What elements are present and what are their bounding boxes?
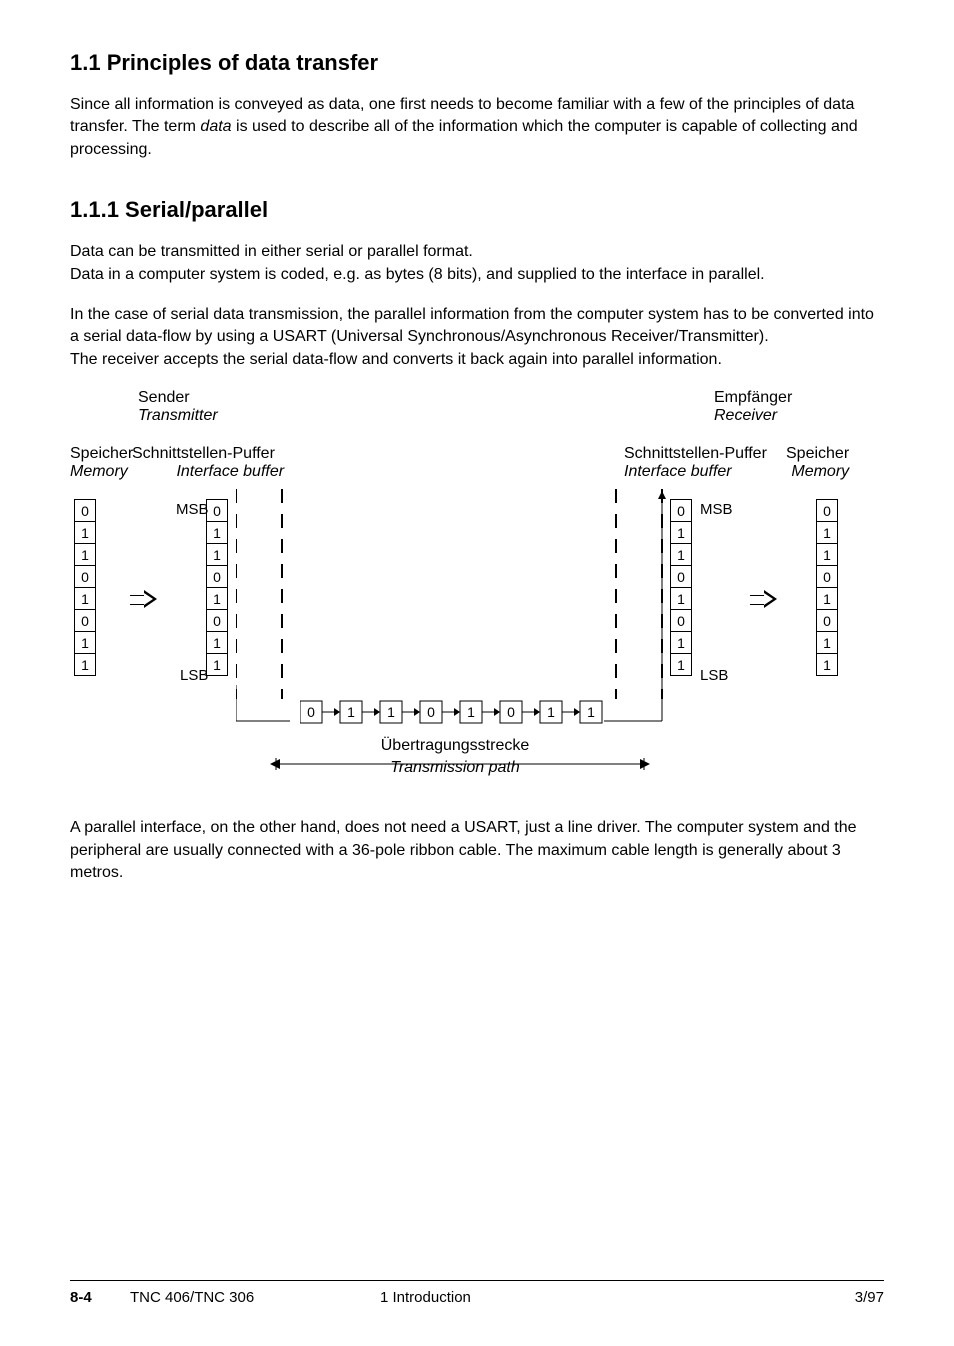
serial-bit-row: 0 1 1 0 1 0 1 1 — [300, 699, 604, 730]
svg-text:1: 1 — [547, 704, 555, 720]
footer-date: 3/97 — [855, 1289, 884, 1306]
bit-cell: 1 — [816, 654, 838, 676]
label-sender-en: Transmitter — [138, 407, 218, 424]
bit-cell: 1 — [816, 544, 838, 566]
svg-text:1: 1 — [387, 704, 395, 720]
bit-cell: 0 — [670, 610, 692, 632]
label-receiver-de: Empfänger — [714, 389, 792, 406]
bit-cell: 1 — [74, 522, 96, 544]
para-serial-2a: In the case of serial data transmission,… — [70, 306, 874, 345]
label-receiver-en: Receiver — [714, 407, 777, 424]
label-transmission-de: Übertragungsstrecke — [70, 737, 840, 755]
label-mem-de-l: Speicher — [70, 445, 133, 462]
para-serial-2b: The receiver accepts the serial data-flo… — [70, 351, 722, 368]
svg-text:0: 0 — [307, 704, 315, 720]
para-intro: Since all information is conveyed as dat… — [70, 94, 884, 161]
bit-cell: 1 — [206, 654, 228, 676]
bit-cell: 1 — [74, 632, 96, 654]
bit-cell: 1 — [670, 654, 692, 676]
svg-text:0: 0 — [507, 704, 515, 720]
svg-text:0: 0 — [427, 704, 435, 720]
footer-doc: TNC 406/TNC 306 — [130, 1289, 380, 1306]
bit-cell: 1 — [816, 522, 838, 544]
label-sender: Sender Transmitter — [138, 389, 218, 425]
heading-1-1: 1.1 Principles of data transfer — [70, 50, 884, 76]
bit-cell: 1 — [816, 588, 838, 610]
label-msb-right: MSB — [700, 501, 733, 518]
arrow-left-icon — [130, 592, 158, 606]
bit-cell: 0 — [816, 566, 838, 588]
label-buf-en-l: Interface buffer — [176, 463, 284, 480]
label-lsb-left: LSB — [180, 667, 208, 684]
bitcol-buffer-left: 01101011 — [206, 499, 228, 676]
label-buf-en-r: Interface buffer — [624, 463, 732, 480]
para-serial-1: Data can be transmitted in either serial… — [70, 241, 884, 286]
bit-cell: 1 — [670, 588, 692, 610]
svg-text:1: 1 — [467, 704, 475, 720]
bit-cell: 0 — [816, 500, 838, 522]
bit-cell: 0 — [206, 566, 228, 588]
bit-cell: 1 — [670, 632, 692, 654]
bit-cell: 0 — [670, 500, 692, 522]
label-receiver: Empfänger Receiver — [714, 389, 792, 425]
para-parallel: A parallel interface, on the other hand,… — [70, 817, 884, 884]
label-buf-de-r: Schnittstellen-Puffer — [624, 445, 767, 462]
bit-cell: 1 — [206, 588, 228, 610]
bit-cell: 0 — [74, 566, 96, 588]
label-msb-left: MSB — [176, 501, 209, 518]
bitcol-memory-right: 01101011 — [816, 499, 838, 676]
bit-cell: 0 — [670, 566, 692, 588]
label-sender-de: Sender — [138, 389, 190, 406]
usart-left — [236, 489, 290, 728]
para-intro-em: data — [200, 118, 231, 135]
page-footer: 8-4 TNC 406/TNC 306 1 Introduction 3/97 — [70, 1280, 884, 1306]
svg-text:1: 1 — [347, 704, 355, 720]
bit-cell: 1 — [206, 632, 228, 654]
bit-cell: 1 — [74, 544, 96, 566]
bit-cell: 1 — [74, 654, 96, 676]
para-serial-1b: Data in a computer system is coded, e.g.… — [70, 266, 765, 283]
bit-cell: 0 — [206, 500, 228, 522]
bit-cell: 1 — [670, 544, 692, 566]
bit-cell: 1 — [670, 522, 692, 544]
bit-cell: 1 — [206, 544, 228, 566]
bit-cell: 0 — [816, 610, 838, 632]
label-transmission-en: Transmission path — [70, 759, 840, 777]
para-serial-2: In the case of serial data transmission,… — [70, 304, 884, 371]
diagram-serial-parallel: Sender Transmitter Empfänger Receiver Sp… — [70, 389, 840, 799]
bit-cell: 1 — [74, 588, 96, 610]
label-memory-right: Speicher Memory — [786, 445, 849, 481]
para-serial-1a: Data can be transmitted in either serial… — [70, 243, 473, 260]
bit-cell: 0 — [74, 610, 96, 632]
label-mem-de-r: Speicher — [786, 445, 849, 462]
svg-text:1: 1 — [587, 704, 595, 720]
label-mem-en-l: Memory — [70, 463, 128, 480]
footer-page: 8-4 — [70, 1289, 130, 1306]
bitcol-memory-left: 01101011 — [74, 499, 96, 676]
arrow-right-icon — [750, 592, 778, 606]
label-lsb-right: LSB — [700, 667, 728, 684]
label-buffer-right: Schnittstellen-Puffer Interface buffer — [624, 445, 767, 481]
usart-right — [608, 489, 670, 728]
label-memory-left: Speicher Memory — [70, 445, 133, 481]
heading-1-1-1: 1.1.1 Serial/parallel — [70, 197, 884, 223]
bit-cell: 0 — [74, 500, 96, 522]
label-buf-de-l: Schnittstellen-Puffer — [132, 445, 275, 462]
label-mem-en-r: Memory — [791, 463, 849, 480]
bit-cell: 1 — [206, 522, 228, 544]
bitcol-buffer-right: 01101011 — [670, 499, 692, 676]
bit-cell: 0 — [206, 610, 228, 632]
label-buffer-left: Schnittstellen-Puffer Interface buffer — [132, 445, 284, 481]
footer-section: 1 Introduction — [380, 1289, 855, 1306]
bit-cell: 1 — [816, 632, 838, 654]
